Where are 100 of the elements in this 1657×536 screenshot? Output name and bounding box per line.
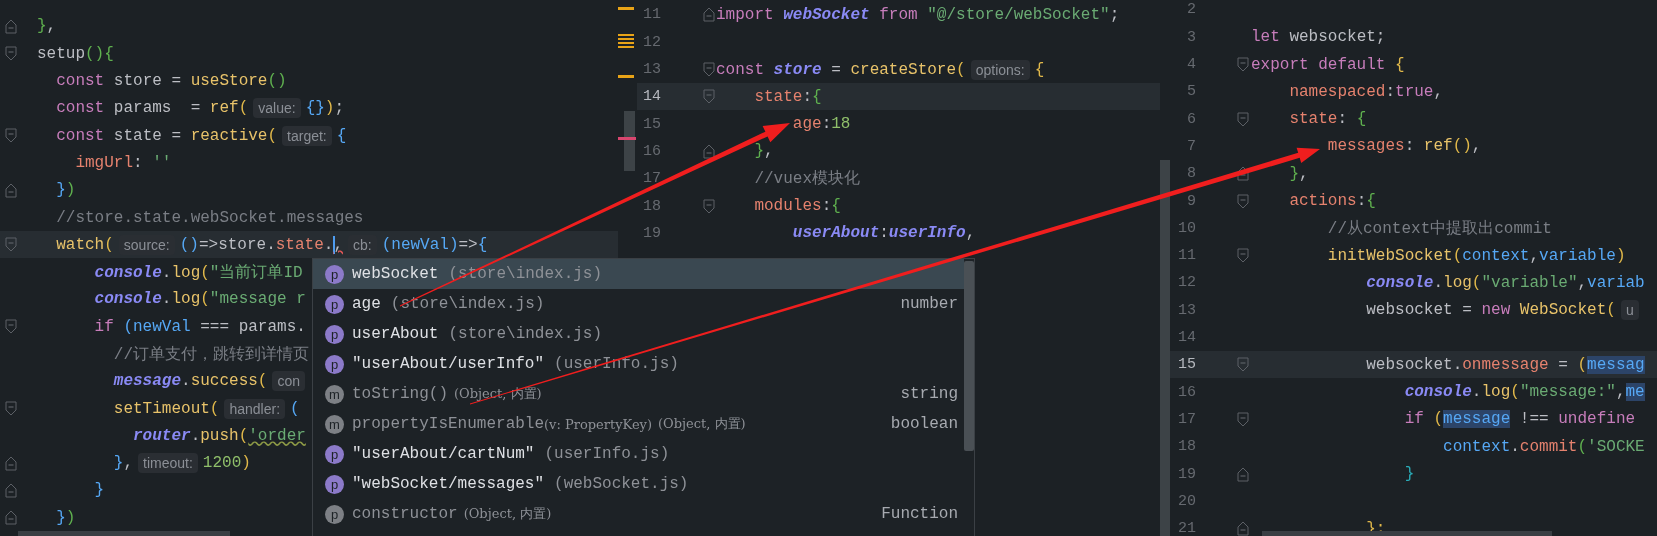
line-number: 17 [1177,410,1196,428]
code-text: setTimeout( [113,399,220,418]
line-number: 18 [642,197,661,215]
line-number: 15 [1177,356,1196,374]
completion-item[interactable]: p "userAbout/cartNum" (userInfo.js) [313,439,964,469]
fold-icon[interactable] [1237,111,1249,127]
completion-item[interactable]: p age (store\index.js) number [313,289,964,319]
completion-type: number [900,295,958,313]
code-text: //从context中提取出commit [1327,218,1552,239]
line-number: 11 [642,6,661,24]
code-text: const state = reactive( [56,126,278,145]
fold-icon[interactable] [5,455,17,471]
code-text: } [1404,465,1415,483]
inlay-hint: u [1620,300,1639,321]
code-text: export default { [1251,55,1405,74]
completion-type: Function [881,505,958,523]
symbol-kind-icon: p [325,264,344,284]
completion-name: "userAbout/userInfo" [352,355,545,373]
fold-icon[interactable] [1237,466,1249,482]
scrollbar-thumb[interactable] [1160,160,1170,536]
fold-icon[interactable] [5,18,17,34]
completion-location: (Object, 内置) [463,505,552,523]
line-number: 19 [1177,465,1196,483]
completion-item[interactable]: p userAbout (store\index.js) [313,319,964,349]
fold-icon[interactable] [703,89,715,105]
code-text: setup(){ [37,44,114,63]
fold-icon[interactable] [1237,57,1249,73]
code-text: import webSocket from "@/store/webSocket"; [716,5,1120,24]
scrollbar-thumb[interactable] [1262,531,1552,536]
code-text: messages: ref(), [1327,137,1482,156]
fold-icon[interactable] [5,237,17,253]
completion-name: webSocket [352,265,439,283]
code-text: imgUrl: '' [75,153,172,172]
completion-signature: (v: PropertyKey) [544,416,653,432]
symbol-kind-icon: p [325,474,344,494]
code-text: modules:{ [754,197,841,215]
completion-item[interactable]: m propertyIsEnumerable(v: PropertyKey) (Object, 内置) boolean [313,409,964,439]
completion-name: "userAbout/cartNum" [352,445,535,463]
code-text: if (newVal === params. [94,317,306,336]
line-number: 8 [1186,165,1196,183]
fold-icon[interactable] [1237,521,1249,536]
fold-icon[interactable] [703,143,715,159]
fold-icon[interactable] [1237,411,1249,427]
fold-icon[interactable] [5,319,17,335]
completion-item[interactable]: p constructor (Object, 内置) Function [313,499,964,529]
code-text: console.log("当前订单ID [94,262,303,283]
line-number: 21 [1177,520,1196,536]
fold-icon[interactable] [1237,248,1249,264]
line-number: 7 [1186,137,1196,155]
fold-icon[interactable] [5,483,17,498]
line-number: 14 [1177,329,1196,346]
fold-icon[interactable] [703,198,715,214]
code-text: //vuex模块化 [754,169,860,190]
symbol-kind-icon: m [325,414,344,434]
line-number: 14 [642,88,661,106]
code-text: namespaced:true, [1289,82,1444,101]
code-text: state: { [1289,110,1367,129]
completion-item[interactable]: p "webSocket/messages" (webSocket.js) [313,469,964,499]
completion-name: constructor [352,505,458,523]
fold-icon[interactable] [5,401,17,417]
code-text: userAbout:userInfo, [792,224,976,243]
code-text: router.push('order [133,426,306,445]
line-number: 13 [1177,301,1196,319]
line-number: 16 [642,142,661,160]
code-text: }) [56,508,76,527]
line-number: 3 [1186,28,1196,46]
completion-location: (Object, 内置) [454,385,542,403]
line-number: 20 [1177,492,1196,510]
line-number: 19 [642,224,661,242]
fold-icon[interactable] [5,182,17,198]
code-text: ( [290,399,300,418]
completion-location: (webSocket.js) [554,475,689,493]
code-text: initWebSocket(context,variable) [1327,246,1626,265]
completion-item[interactable]: m toString() (Object, 内置) string [313,379,964,409]
fold-icon[interactable] [703,7,715,23]
scrollbar-thumb[interactable] [18,531,230,536]
code-text: { [336,126,347,145]
code-text: const store = useStore() [56,72,287,91]
fold-icon[interactable] [1237,357,1249,373]
completion-name: toString() [352,385,448,403]
code-text: if (message !== undefine [1404,410,1636,429]
fold-icon[interactable] [5,510,17,526]
symbol-kind-icon: p [325,294,344,314]
code-text: websocket.onmessage = (messag [1366,355,1645,374]
code-text: } [94,481,105,500]
fold-icon[interactable] [1237,166,1249,182]
code-text: state:{ [754,87,822,106]
fold-icon[interactable] [5,128,17,144]
fold-icon[interactable] [5,46,17,62]
code-text: watch( [56,235,114,254]
line-number: 6 [1186,110,1196,128]
fold-icon[interactable] [1237,193,1249,209]
code-text: console.log("message r [94,290,306,309]
completion-type: boolean [890,415,958,433]
code-text: }, [37,17,57,36]
scrollbar-thumb[interactable] [964,261,974,451]
fold-icon[interactable] [703,62,715,78]
line-number: 9 [1186,192,1196,210]
code-text: }) [56,181,76,200]
code-text: message.success( [113,372,268,391]
